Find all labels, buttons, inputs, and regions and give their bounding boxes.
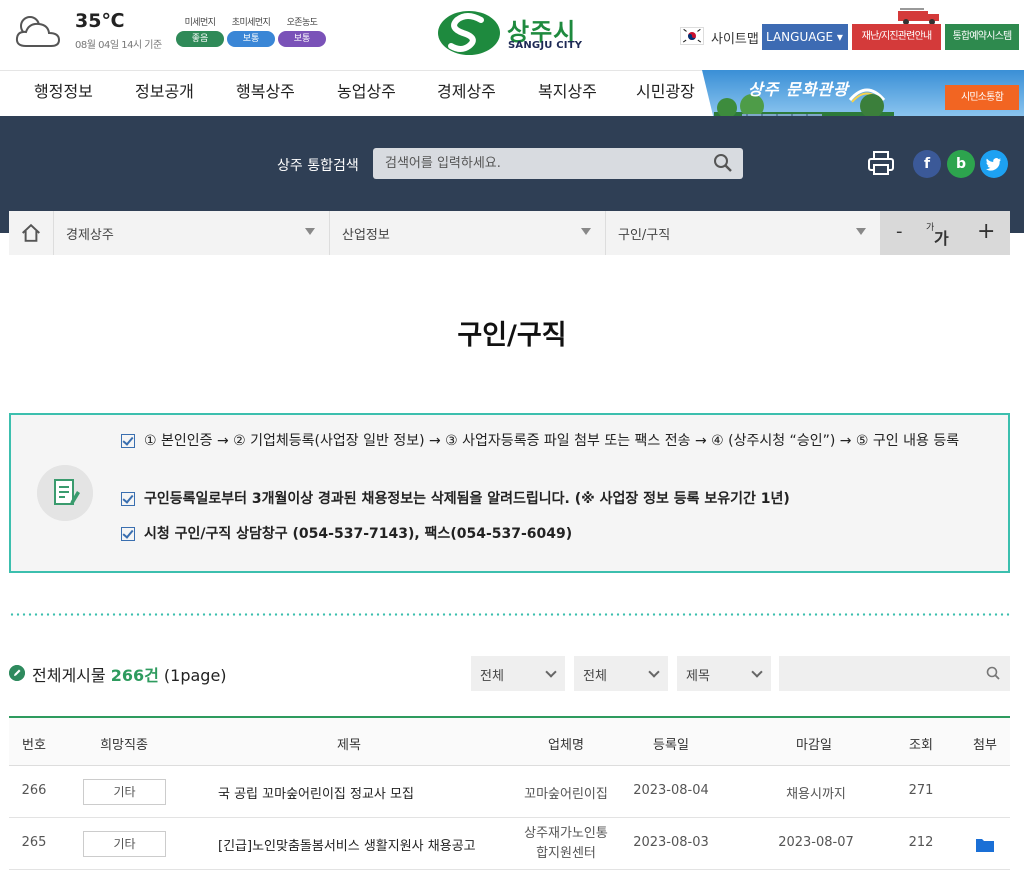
post-title-link[interactable]: 국 공립 꼬마숲어린이집 정교사 모집	[218, 783, 414, 802]
search-box	[373, 148, 743, 179]
job-tag: 기타	[83, 831, 166, 857]
page-title: 구인/구직	[457, 320, 567, 351]
search-field-select[interactable]: 제목	[677, 656, 771, 691]
checkbox-icon	[121, 434, 135, 448]
search-icon[interactable]	[986, 666, 1000, 680]
nav-item-welfare[interactable]: 복지상주	[538, 71, 597, 117]
ultra-fine-dust: 초미세먼지 보통	[227, 15, 275, 47]
print-icon[interactable]	[867, 150, 895, 176]
search-label: 상주 통합검색	[277, 158, 359, 174]
ozone: 오존농도 보통	[278, 15, 326, 47]
status-badge: 보통	[227, 31, 275, 47]
breadcrumb-level1-select[interactable]: 경제상주	[54, 211, 330, 255]
view-count: 271	[908, 783, 934, 798]
reg-date: 2023-08-04	[633, 783, 709, 798]
caret-down-icon	[305, 228, 315, 235]
notice-box: ① 본인인증 → ② 기업체등록(사업장 일반 정보) → ③ 사업자등록증 파…	[9, 413, 1010, 573]
breadcrumb: 경제상주 산업정보 구인/구직 - 가 가 +	[9, 211, 1010, 255]
search-icon[interactable]	[713, 153, 733, 173]
col-deadline: 마감일	[796, 738, 832, 753]
board-search-input[interactable]	[787, 656, 977, 691]
disaster-info-button[interactable]: 재난/지진관련안내	[852, 24, 941, 50]
nav-item-citizen[interactable]: 시민광장	[636, 71, 695, 117]
home-icon[interactable]	[9, 211, 54, 255]
caret-down-icon	[581, 228, 591, 235]
chevron-down-icon	[751, 666, 763, 678]
total-count: 전체게시물 266건 (1page)	[32, 666, 227, 685]
reg-date: 2023-08-03	[633, 835, 709, 850]
nav-item-economy[interactable]: 경제상주	[437, 71, 496, 117]
font-size-control: - 가 가 +	[880, 211, 1010, 255]
filter-select-2[interactable]: 전체	[574, 656, 668, 691]
pencil-icon	[9, 665, 25, 681]
col-job: 희망직종	[100, 738, 148, 753]
company-name: 상주재가노인통 합지원센터	[524, 826, 608, 861]
sitemap-link[interactable]: 사이트맵	[711, 28, 759, 47]
table-header: 번호 희망직종 제목 업체명 등록일 마감일 조회 첨부	[9, 716, 1010, 766]
view-count: 212	[908, 835, 934, 850]
post-title-link[interactable]: [긴급]노인맞춤돌봄서비스 생활지원사 채용공고	[218, 835, 476, 854]
job-tag: 기타	[83, 779, 166, 805]
breadcrumb-level3-select[interactable]: 구인/구직	[606, 211, 880, 255]
language-button[interactable]: LANGUAGE ▾	[762, 24, 848, 50]
company-name: 꼬마숲어린이집	[524, 787, 608, 802]
deadline: 채용시까지	[786, 787, 846, 802]
table-row[interactable]: 265 기타 [긴급]노인맞춤돌봄서비스 생활지원사 채용공고 상주재가노인통 합…	[9, 818, 1010, 870]
nav-item-agriculture[interactable]: 농업상주	[337, 71, 396, 117]
reservation-system-button[interactable]: 통합예약시스템	[945, 24, 1019, 50]
board-search-box	[779, 656, 1010, 691]
checkbox-icon	[121, 527, 135, 541]
table-row[interactable]: 266 기타 국 공립 꼬마숲어린이집 정교사 모집 꼬마숲어린이집 2023-…	[9, 766, 1010, 818]
font-big-label: 가	[934, 229, 949, 248]
cloud-icon	[15, 16, 61, 47]
logo-subtitle: SANGJU CITY	[508, 40, 583, 51]
blog-icon[interactable]: b	[947, 150, 975, 178]
temperature: 35℃	[75, 10, 125, 32]
nav-item-admin[interactable]: 행정정보	[34, 71, 93, 117]
col-registered: 등록일	[653, 738, 689, 753]
nav-item-disclosure[interactable]: 정보공개	[135, 71, 194, 117]
folder-icon[interactable]	[976, 837, 994, 852]
twitter-icon[interactable]	[980, 150, 1008, 178]
col-attach: 첨부	[973, 738, 997, 753]
korea-flag-icon	[680, 27, 704, 45]
col-views: 조회	[909, 738, 933, 753]
search-input[interactable]	[385, 148, 705, 179]
col-number: 번호	[22, 738, 46, 753]
civic-communication-button[interactable]: 시민소통함	[945, 85, 1019, 110]
deadline: 2023-08-07	[778, 835, 854, 850]
filter-select-1[interactable]: 전체	[471, 656, 565, 691]
status-badge: 보통	[278, 31, 326, 47]
checkbox-icon	[121, 492, 135, 506]
memo-icon	[37, 465, 93, 521]
dotted-divider	[9, 613, 1010, 616]
chevron-down-icon	[545, 666, 557, 678]
col-title: 제목	[337, 738, 361, 753]
breadcrumb-level2-select[interactable]: 산업정보	[330, 211, 606, 255]
notice-line-2: 구인등록일로부터 3개월이상 경과된 채용정보는 삭제됨을 알려드립니다. (※…	[121, 487, 991, 511]
nav-item-happy[interactable]: 행복상주	[236, 71, 295, 117]
facebook-icon[interactable]: f	[913, 150, 941, 178]
font-increase-button[interactable]: +	[977, 219, 995, 244]
fire-truck-icon	[898, 8, 939, 25]
status-badge: 좋음	[176, 31, 224, 47]
notice-line-3: 시청 구인/구직 상담창구 (054-537-7143), 팩스(054-537…	[121, 522, 991, 546]
top-bar: 35℃ 08월 04일 14시 기준 미세먼지 좋음 초미세먼지 보통 오존농도…	[0, 0, 1024, 70]
chevron-down-icon	[648, 666, 660, 678]
font-decrease-button[interactable]: -	[896, 221, 903, 242]
col-company: 업체명	[548, 738, 584, 753]
job-board-table: 번호 희망직종 제목 업체명 등록일 마감일 조회 첨부 266 기타 국 공립…	[9, 716, 1010, 870]
banner-title[interactable]: 상주 문화관광	[748, 76, 849, 100]
fine-dust: 미세먼지 좋음	[176, 15, 224, 47]
caret-down-icon	[856, 228, 866, 235]
weather-date: 08월 04일 14시 기준	[75, 40, 162, 51]
notice-line-1: ① 본인인증 → ② 기업체등록(사업장 일반 정보) → ③ 사업자등록증 파…	[121, 429, 991, 453]
